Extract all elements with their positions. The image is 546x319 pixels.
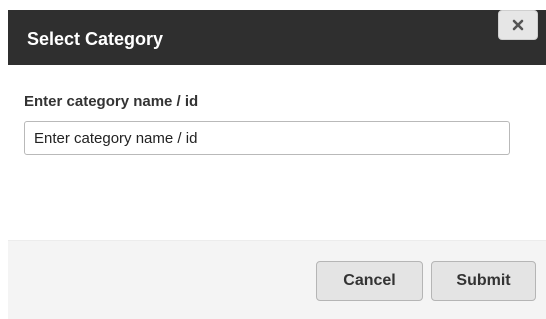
dialog-header: Select Category [8,10,546,65]
category-search-input[interactable] [24,121,510,155]
submit-button[interactable]: Submit [431,261,536,301]
close-icon [512,19,524,31]
category-field-label: Enter category name / id [24,93,199,110]
dialog-title: Select Category [27,29,164,49]
dialog-footer: Cancel Submit [8,240,546,319]
dialog-body: Enter category name / id [8,65,546,240]
select-category-dialog: Select Category Enter category name / id… [0,0,546,319]
cancel-button[interactable]: Cancel [316,261,423,301]
close-button[interactable] [498,10,538,40]
